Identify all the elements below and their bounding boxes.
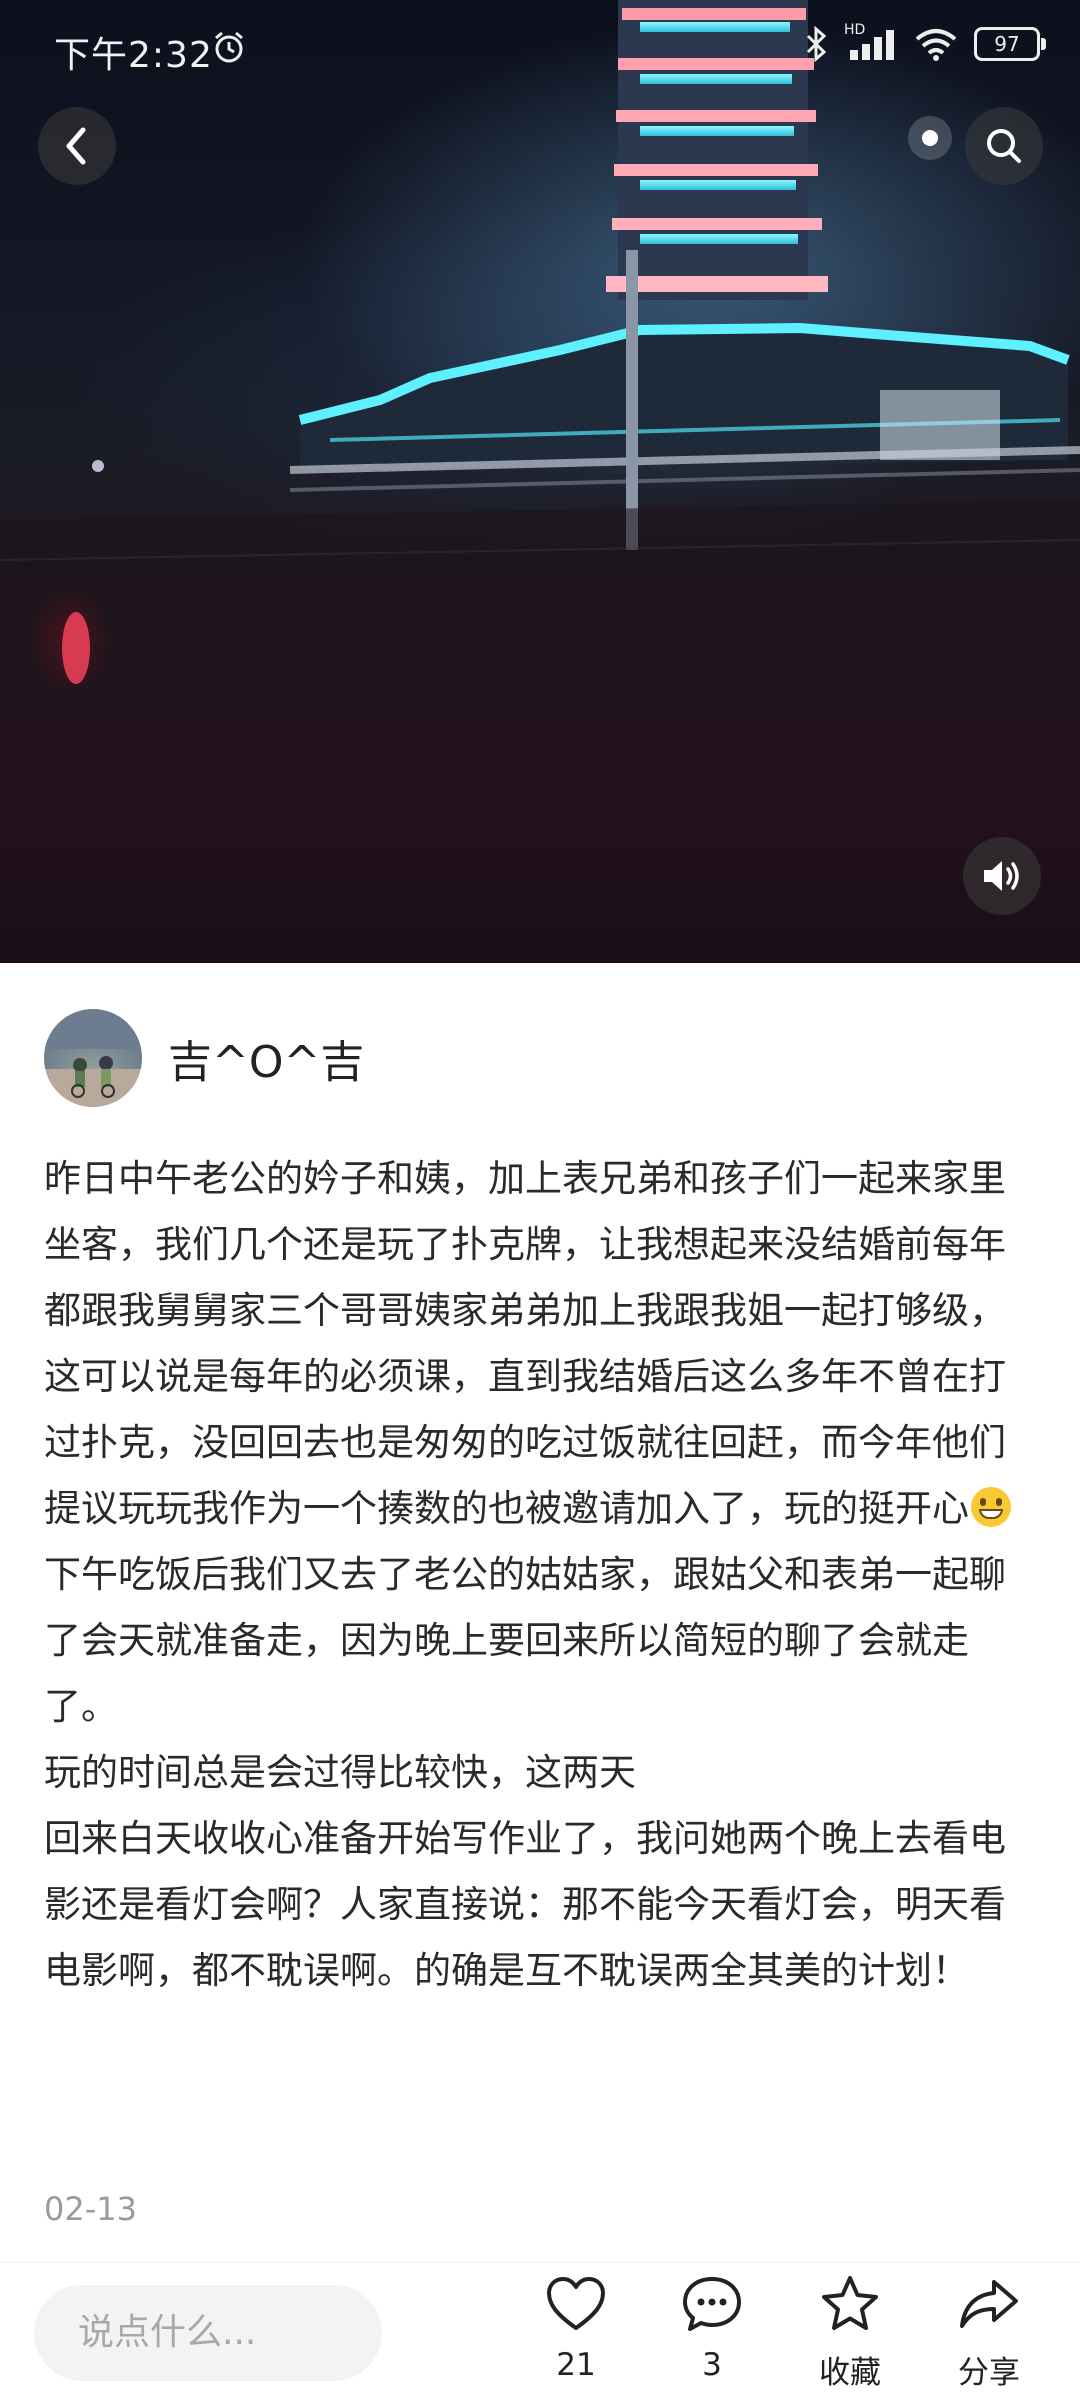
author-name[interactable]: 吉^O^吉 (168, 1026, 364, 1090)
comment-input[interactable]: 说点什么... (34, 2285, 382, 2381)
avatar[interactable] (44, 1009, 142, 1107)
like-count: 21 (556, 2347, 596, 2383)
bottom-action-bar: 说点什么... 21 3 收藏 分享 (0, 2262, 1080, 2401)
sound-toggle-button[interactable] (963, 837, 1041, 915)
post-body: 昨日中午老公的妗子和姨，加上表兄弟和孩子们一起来家里坐客，我们几个还是玩了扑克牌… (44, 1146, 1036, 2004)
star-icon (822, 2276, 878, 2330)
status-bar: 下午2:32 HD 97 (0, 0, 1080, 96)
favorite-label: 收藏 (819, 2355, 881, 2391)
comment-count: 3 (702, 2347, 722, 2383)
post-media[interactable]: 下午2:32 HD 97 (0, 0, 1080, 963)
status-indicators: HD 97 (804, 22, 1046, 62)
bluetooth-icon (806, 26, 827, 62)
alarm-icon (215, 31, 243, 63)
post-paragraph: 玩的时间总是会过得比较快，这两天 (44, 1751, 636, 1794)
favorite-button[interactable]: 收藏 (800, 2273, 900, 2392)
share-arrow-icon (960, 2280, 1018, 2328)
search-button[interactable] (965, 107, 1043, 185)
status-time: 下午2:32 (54, 35, 213, 76)
battery-indicator: 97 (974, 27, 1046, 61)
post-paragraph-text: 昨日中午老公的妗子和姨，加上表兄弟和孩子们一起来家里坐客，我们几个还是玩了扑克牌… (44, 1157, 1006, 1530)
search-icon (987, 129, 1021, 163)
comment-button[interactable]: 3 (662, 2273, 762, 2383)
share-label: 分享 (958, 2355, 1020, 2391)
post-paragraph: 昨日中午老公的妗子和姨，加上表兄弟和孩子们一起来家里坐客，我们几个还是玩了扑克牌… (44, 1146, 1036, 1542)
cellular-signal-icon: HD (844, 22, 898, 62)
night-pagoda-photo (0, 0, 1080, 963)
share-button[interactable]: 分享 (939, 2273, 1039, 2392)
like-button[interactable]: 21 (526, 2273, 626, 2383)
author-row[interactable]: 吉^O^吉 (44, 1008, 364, 1108)
chevron-left-icon (66, 127, 86, 165)
avatar-photo (44, 1009, 142, 1107)
post-paragraph: 回来白天收收心准备开始写作业了，我问她两个晚上去看电影还是看灯会啊？人家直接说：… (44, 1817, 1006, 1992)
speaker-icon (984, 861, 1019, 891)
wifi-icon (915, 29, 957, 61)
back-button[interactable] (38, 107, 116, 185)
post-paragraph: 下午吃饭后我们又去了老公的姑姑家，跟姑父和表弟一起聊了会天就准备走，因为晚上要回… (44, 1553, 1006, 1728)
comment-bubble-icon (683, 2277, 741, 2331)
heart-icon (547, 2277, 605, 2330)
grinning-face-emoji-icon (971, 1487, 1011, 1527)
post-date: 02-13 (44, 2190, 137, 2228)
